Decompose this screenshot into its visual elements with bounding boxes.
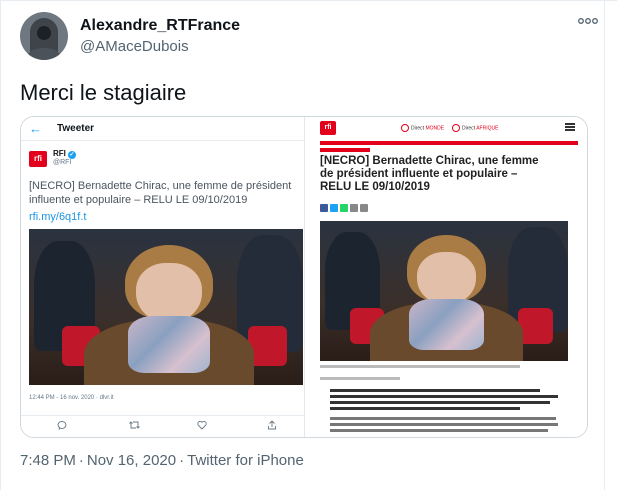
article-text-line [330,395,558,398]
live-monde-label: MONDE [425,125,445,132]
article-text-line [330,423,558,426]
photo-face [135,263,202,323]
reply-icon [57,420,67,432]
top-border [0,0,617,1]
rfi-logo: rfi [29,151,47,167]
article-text-line [330,389,540,392]
account-name: RFI ✓ [53,149,76,159]
separator-dot: · [78,452,84,469]
retweet-icon [129,420,140,432]
photo-scene [320,221,568,361]
facebook-icon [320,204,328,212]
more-horizontal-icon[interactable] [576,14,600,34]
photo-scarf [409,299,484,350]
article-headline: [NECRO] Bernadette Chirac, une femme de … [320,155,539,193]
photo-scarf [127,316,210,373]
like-icon [197,420,207,432]
embedded-tweet-meta: 12:44 PM - 16 nov. 2020 · dlvr.it [29,395,114,401]
tweet-date[interactable]: Nov 16, 2020 [87,452,176,469]
separator-dot: · [179,452,185,469]
article-tags [320,377,400,380]
live-label: Direct [462,125,476,132]
account-name-text: RFI [53,149,66,158]
live-label: Direct [411,125,425,132]
live-afrique: Direct AFRIQUE [452,124,498,132]
rfi-site-header: rfi Direct MONDE Direct AFRIQUE [306,117,587,139]
tweet-source[interactable]: Twitter for iPhone [187,452,304,469]
live-play-icon [452,124,460,132]
twitter-icon [330,204,338,212]
tweet-media[interactable]: ← Tweeter rfi RFI ✓ @RFI [NECRO] Bernadet… [20,116,588,438]
verified-icon: ✓ [67,151,76,159]
embedded-tweet-body: [NECRO] Bernadette Chirac, une femme de … [29,180,292,206]
article-photo [320,221,568,361]
section-tag [320,148,370,152]
photo-face [416,251,477,305]
embedded-photo [29,229,303,385]
avatar[interactable] [20,12,68,60]
photo-caption [320,365,520,368]
twitter-topbar: ← Tweeter [21,117,305,141]
left-border [0,0,1,490]
user-handle[interactable]: @AMaceDubois [80,38,189,55]
hamburger-menu-icon [565,123,575,131]
avatar-shoulders-shape [22,48,66,60]
app-title: Tweeter [57,123,95,134]
tweet-timestamp: 7:48 PM · Nov 16, 2020 · Twitter for iPhone [20,452,304,469]
live-afrique-label: AFRIQUE [476,125,499,132]
tweet-header: Alexandre_RTFrance @AMaceDubois [20,12,600,64]
site-nav-bar [320,141,578,145]
display-name[interactable]: Alexandre_RTFrance [80,17,240,35]
rfi-site-logo: rfi [320,121,336,135]
live-monde: Direct MONDE [401,124,444,132]
avatar-face-shape [37,26,51,40]
article-text-line [330,429,548,432]
photo-seat [518,307,554,345]
media-image-right[interactable]: rfi Direct MONDE Direct AFRIQUE [NECRO] … [306,117,587,437]
account-handle: @RFI [53,159,72,166]
right-border [604,0,605,490]
back-arrow-icon: ← [29,121,42,136]
media-image-left[interactable]: ← Tweeter rfi RFI ✓ @RFI [NECRO] Bernadet… [21,117,305,437]
embedded-tweet-link: rfi.my/6q1f.t [29,211,87,223]
photo-scene [29,229,303,385]
article-text-line [330,407,520,410]
share-buttons [320,199,370,212]
article-text-line [330,417,556,420]
email-icon [360,204,368,212]
share-icon [267,420,277,432]
messenger-icon [350,204,358,212]
tweet-text: Merci le stagiaire [20,80,187,105]
article-text-line [330,401,550,404]
embedded-tweet-actions [21,415,305,435]
whatsapp-icon [340,204,348,212]
tweet-time[interactable]: 7:48 PM [20,452,76,469]
photo-seat [248,325,287,367]
live-play-icon [401,124,409,132]
